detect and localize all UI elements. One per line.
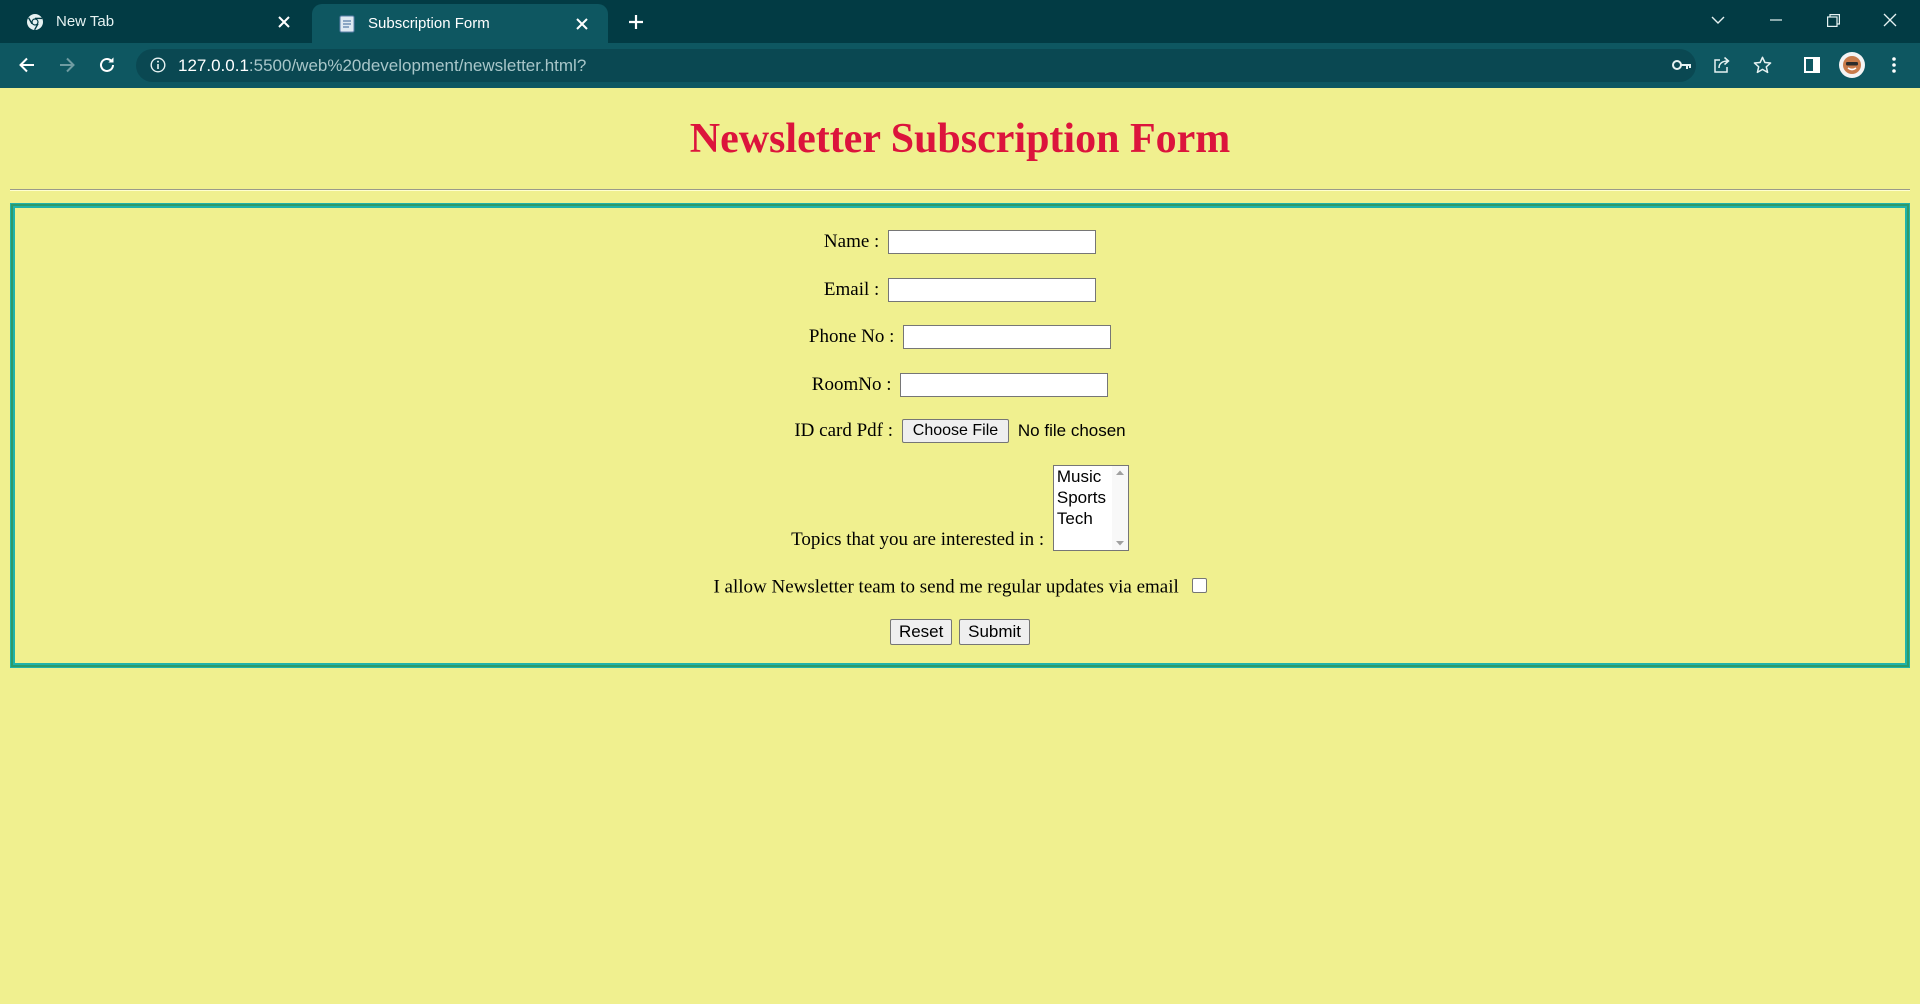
tab-new-tab[interactable]: New Tab — [0, 0, 310, 43]
room-row: RoomNo : — [15, 373, 1905, 397]
consent-label: I allow Newsletter team to send me regul… — [713, 576, 1179, 598]
minimize-button[interactable] — [1748, 0, 1804, 40]
browser-toolbar: 127.0.0.1:5500/web%20development/newslet… — [0, 43, 1920, 88]
close-window-button[interactable] — [1862, 0, 1918, 40]
idcard-label: ID card Pdf : — [794, 420, 894, 441]
arrow-left-icon — [19, 57, 34, 73]
menu-button[interactable] — [1878, 49, 1910, 81]
listbox-scrollbar[interactable] — [1111, 466, 1128, 550]
restore-button[interactable] — [1805, 0, 1861, 40]
room-input[interactable] — [900, 373, 1109, 397]
tab-search-button[interactable] — [1690, 0, 1746, 40]
phone-row: Phone No : — [15, 325, 1905, 349]
close-icon — [1883, 13, 1897, 27]
arrow-right-icon — [60, 57, 75, 73]
info-icon[interactable] — [150, 57, 166, 78]
reload-icon — [100, 57, 114, 72]
tab-subscription-form[interactable]: Subscription Form — [312, 4, 608, 43]
divider — [10, 189, 1910, 191]
file-status: No file chosen — [1017, 421, 1126, 440]
choose-file-button[interactable]: Choose File — [901, 419, 1010, 443]
button-row: Reset Submit — [15, 619, 1905, 645]
restore-icon — [1826, 13, 1840, 27]
email-row: Email : — [15, 278, 1905, 302]
submit-button[interactable]: Submit — [959, 619, 1031, 645]
plus-icon — [629, 15, 643, 29]
phone-input[interactable] — [903, 325, 1112, 349]
minimize-icon — [1770, 19, 1782, 21]
consent-checkbox[interactable] — [1191, 578, 1207, 594]
password-key-button[interactable] — [1666, 49, 1698, 81]
topics-listbox[interactable]: Music Sports Tech — [1052, 465, 1129, 551]
close-icon[interactable] — [574, 16, 590, 32]
profile-button[interactable] — [1836, 49, 1868, 81]
page-title: Newsletter Subscription Form — [689, 116, 1231, 162]
url-path: :5500/web%20development/newsletter.html? — [248, 56, 587, 75]
chevron-down-icon — [1711, 16, 1725, 24]
close-icon[interactable] — [276, 14, 292, 30]
address-bar[interactable]: 127.0.0.1:5500/web%20development/newslet… — [136, 49, 1696, 82]
name-input[interactable] — [888, 230, 1097, 254]
url-host: 127.0.0.1 — [178, 56, 249, 75]
reload-button[interactable] — [91, 49, 123, 81]
forward-button[interactable] — [51, 49, 83, 81]
tab-title: Subscription Form — [368, 15, 490, 32]
back-button[interactable] — [11, 49, 43, 81]
kebab-menu-icon — [1892, 57, 1896, 73]
reset-button[interactable]: Reset — [889, 619, 953, 645]
name-label: Name : — [823, 231, 880, 252]
document-icon — [338, 15, 356, 33]
url-text[interactable]: 127.0.0.1:5500/web%20development/newslet… — [178, 56, 586, 76]
share-icon — [1714, 56, 1730, 73]
new-tab-button[interactable] — [622, 8, 650, 36]
bookmark-button[interactable] — [1746, 49, 1778, 81]
topics-row: Topics that you are interested in : Musi… — [15, 465, 1905, 551]
tab-title: New Tab — [56, 13, 115, 30]
key-icon — [1672, 60, 1691, 70]
side-panel-button[interactable] — [1796, 49, 1828, 81]
star-icon — [1753, 56, 1771, 74]
side-panel-icon — [1804, 57, 1820, 73]
tab-strip: New Tab Subscription Form — [0, 0, 1920, 43]
chrome-icon — [26, 13, 44, 31]
room-label: RoomNo : — [811, 374, 892, 395]
phone-label: Phone No : — [808, 326, 895, 347]
idcard-row: ID card Pdf : Choose File No file chosen — [15, 419, 1905, 443]
page-content: Newsletter Subscription Form Name : Emai… — [0, 88, 1920, 1004]
share-button[interactable] — [1706, 49, 1738, 81]
email-input[interactable] — [888, 278, 1097, 302]
consent-row: I allow Newsletter team to send me regul… — [15, 576, 1905, 599]
subscription-form: Name : Email : Phone No : RoomNo : ID ca… — [10, 203, 1910, 668]
topics-label: Topics that you are interested in : — [791, 529, 1045, 550]
avatar — [1839, 52, 1865, 78]
email-label: Email : — [823, 279, 880, 300]
name-row: Name : — [15, 230, 1905, 254]
